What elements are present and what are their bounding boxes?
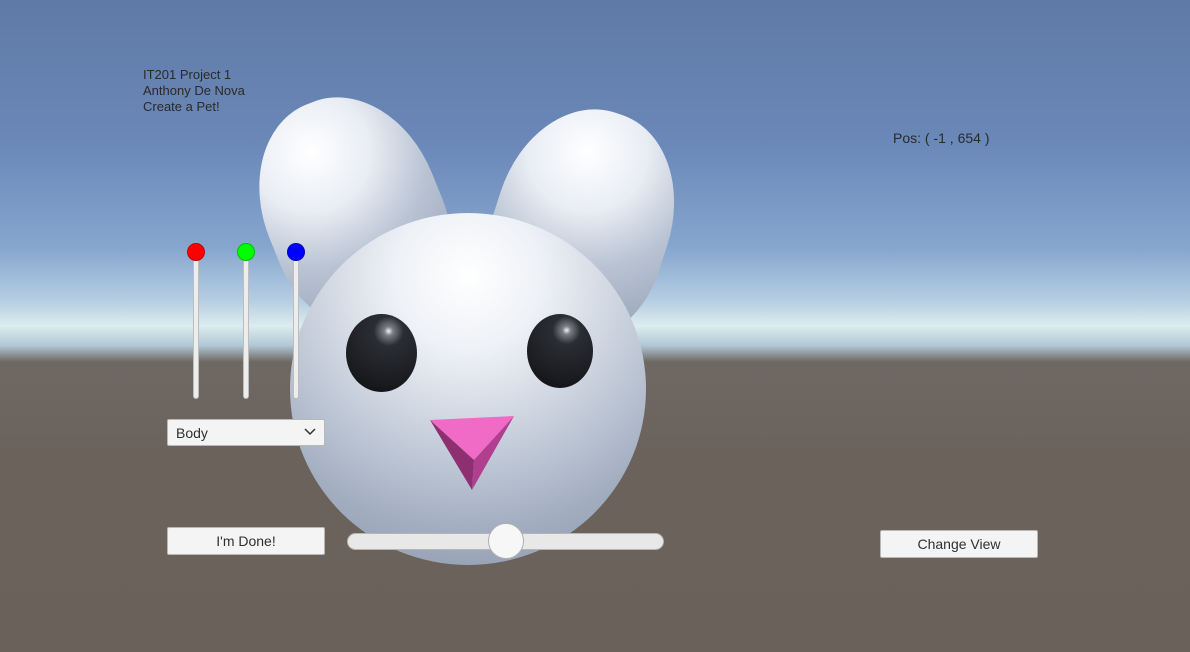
- blue-slider-handle[interactable]: [287, 243, 305, 261]
- project-title: IT201 Project 1: [143, 67, 232, 82]
- pet-left-eye: [346, 314, 417, 392]
- red-slider-handle[interactable]: [187, 243, 205, 261]
- green-slider-track[interactable]: [243, 249, 249, 399]
- pet-head: [290, 213, 646, 565]
- green-slider[interactable]: [236, 243, 256, 403]
- green-slider-handle[interactable]: [237, 243, 255, 261]
- part-dropdown-value: Body: [176, 425, 208, 441]
- blue-slider[interactable]: [286, 243, 306, 403]
- done-button[interactable]: I'm Done!: [167, 527, 325, 555]
- subtitle: Create a Pet!: [143, 99, 220, 114]
- pet-right-eye: [527, 314, 593, 388]
- part-dropdown[interactable]: Body: [167, 419, 325, 446]
- chevron-down-icon: [304, 428, 316, 436]
- author-name: Anthony De Nova: [143, 83, 245, 98]
- change-view-button[interactable]: Change View: [880, 530, 1038, 558]
- red-slider-track[interactable]: [193, 249, 199, 399]
- blue-slider-track[interactable]: [293, 249, 299, 399]
- project-info: IT201 Project 1 Anthony De Nova Create a…: [143, 67, 245, 115]
- pet-nose: [430, 416, 514, 490]
- position-readout: Pos: ( -1 , 654 ): [893, 130, 990, 146]
- size-slider[interactable]: [347, 522, 665, 560]
- size-slider-handle[interactable]: [487, 523, 524, 559]
- red-slider[interactable]: [186, 243, 206, 403]
